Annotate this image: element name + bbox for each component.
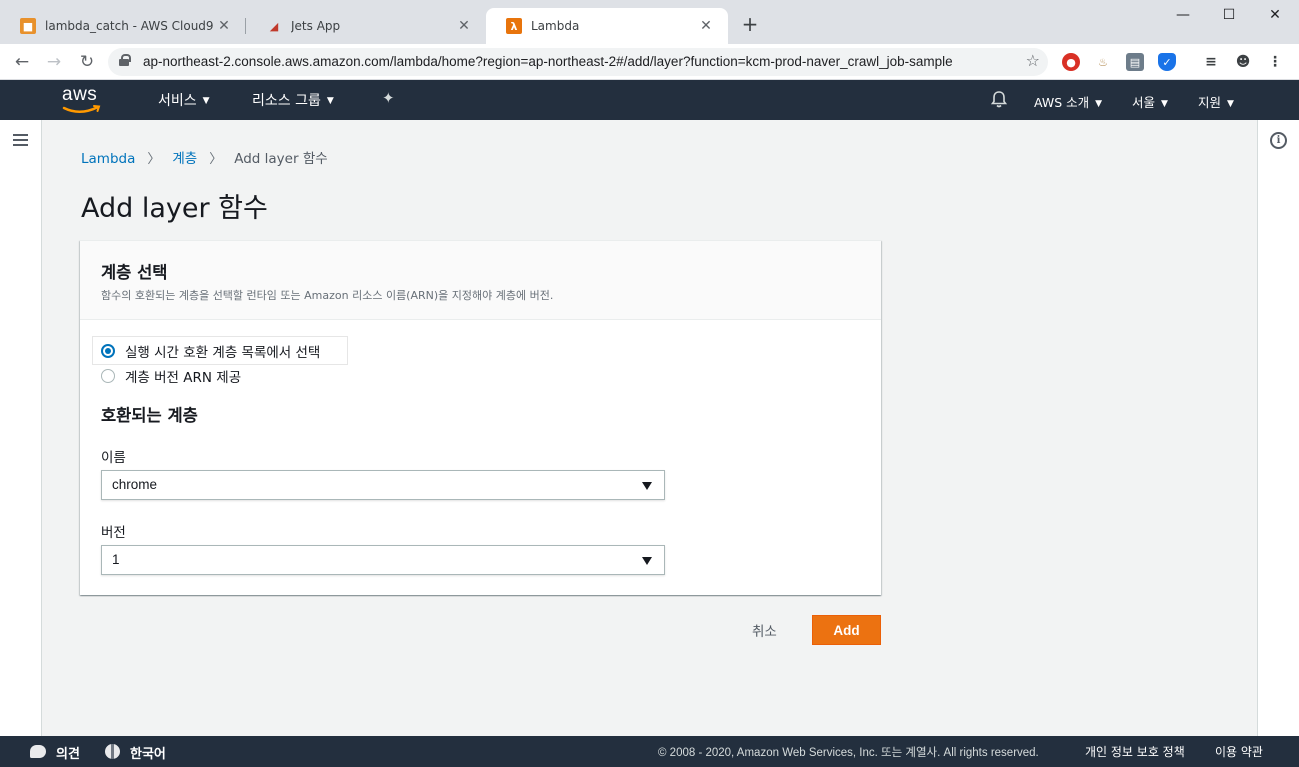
- version-select-value: 1: [112, 552, 120, 567]
- caret-down-icon: [642, 557, 652, 565]
- support-menu[interactable]: 지원 ▼: [1198, 92, 1234, 111]
- pin-icon[interactable]: ✦: [382, 89, 395, 107]
- browser-tab-cloud9[interactable]: ■ lambda_catch - AWS Cloud9 ✕: [0, 8, 246, 44]
- main-content: Lambda 〉 계층 〉 Add layer 함수 Add layer 함수 계층 선…: [42, 120, 1257, 736]
- about-aws-menu[interactable]: AWS 소개 ▼: [1034, 92, 1102, 111]
- aws-logo[interactable]: aws: [60, 84, 104, 116]
- radio-option-runtime[interactable]: 실행 시간 호환 계층 목록에서 선택: [93, 337, 347, 364]
- browser-tab-strip: ■ lambda_catch - AWS Cloud9 ✕ ◢ Jets App…: [0, 0, 1299, 44]
- copyright-text: © 2008 - 2020, Amazon Web Services, Inc.…: [658, 747, 1039, 759]
- footer: 의견 한국어 © 2008 - 2020, Amazon Web Service…: [0, 736, 1299, 767]
- chevron-down-icon: ▼: [326, 96, 334, 106]
- aws-smile-icon: [62, 105, 101, 113]
- radio-label: 실행 시간 호환 계층 목록에서 선택: [125, 345, 321, 361]
- aws-top-nav: aws 서비스 ▼ 리소스 그룹 ▼ ✦ AWS 소개 ▼ 서울 ▼ 지원 ▼: [0, 80, 1299, 120]
- jets-icon: ◢: [269, 19, 279, 33]
- cloud9-cube-icon: ■: [20, 18, 36, 34]
- hamburger-menu-icon[interactable]: [13, 134, 28, 146]
- chevron-right-icon: 〉: [209, 152, 223, 167]
- version-select[interactable]: 1: [101, 545, 665, 575]
- cancel-button[interactable]: 취소: [742, 620, 787, 640]
- more-menu-icon[interactable]: ⋮: [1266, 53, 1284, 71]
- adblock-extension-icon[interactable]: ●: [1062, 53, 1080, 71]
- chevron-down-icon: ▼: [1227, 98, 1234, 109]
- name-select[interactable]: chrome: [101, 470, 665, 500]
- section-title: 호환되는 계층: [101, 406, 198, 425]
- tab-title: Jets App: [291, 19, 341, 33]
- panel-title: 계층 선택: [101, 263, 168, 282]
- maximize-icon[interactable]: ☐: [1206, 4, 1252, 26]
- resource-groups-menu[interactable]: 리소스 그룹 ▼: [252, 90, 334, 110]
- breadcrumb-lambda[interactable]: Lambda: [81, 151, 135, 167]
- browser-toolbar: ← → ↻ ap-northeast-2.console.aws.amazon.…: [0, 44, 1299, 80]
- services-menu[interactable]: 서비스 ▼: [158, 90, 210, 110]
- playlist-icon[interactable]: ≡: [1202, 53, 1220, 71]
- bookmark-star-icon[interactable]: ☆: [1026, 51, 1040, 70]
- lock-icon: [119, 54, 131, 66]
- extension-icon[interactable]: ▤: [1126, 53, 1144, 71]
- layer-selection-panel: 계층 선택 함수의 호환되는 계층을 선택할 런타임 또는 Amazon 리소스…: [80, 240, 881, 595]
- lambda-icon: λ: [506, 18, 522, 34]
- breadcrumb: Lambda 〉 계층 〉 Add layer 함수: [81, 147, 328, 167]
- new-tab-button[interactable]: +: [738, 12, 762, 36]
- browser-tab-jets[interactable]: ◢ Jets App ✕: [246, 8, 486, 44]
- window-close-icon[interactable]: ✕: [1252, 4, 1298, 26]
- terms-link[interactable]: 이용 약관: [1215, 743, 1263, 760]
- info-icon[interactable]: i: [1270, 132, 1287, 149]
- name-select-value: chrome: [112, 477, 158, 492]
- reload-icon[interactable]: ↻: [75, 50, 99, 74]
- tab-title: Lambda: [531, 19, 580, 33]
- close-icon[interactable]: ✕: [698, 18, 714, 34]
- browser-tab-lambda[interactable]: λ Lambda ✕: [486, 8, 728, 44]
- panel-description: 함수의 호환되는 계층을 선택할 런타임 또는 Amazon 리소스 이름(AR…: [101, 289, 554, 302]
- right-rail: i: [1257, 120, 1299, 736]
- radio-label: 계층 버전 ARN 제공: [125, 370, 242, 386]
- back-arrow-icon[interactable]: ←: [10, 50, 34, 74]
- add-button[interactable]: Add: [812, 615, 881, 645]
- name-label: 이름: [101, 450, 126, 466]
- page-title: Add layer 함수: [81, 193, 268, 224]
- chevron-right-icon: 〉: [147, 152, 161, 167]
- speech-bubble-icon: [30, 745, 46, 758]
- globe-icon: [105, 744, 120, 759]
- close-icon[interactable]: ✕: [456, 18, 472, 34]
- breadcrumb-layers[interactable]: 계층: [172, 151, 197, 167]
- extension-icon[interactable]: ♨: [1094, 53, 1112, 71]
- privacy-policy-link[interactable]: 개인 정보 보호 정책: [1085, 743, 1185, 760]
- url-text[interactable]: ap-northeast-2.console.aws.amazon.com/la…: [143, 54, 953, 69]
- left-rail: [0, 120, 42, 736]
- radio-button-selected[interactable]: [101, 344, 115, 358]
- version-label: 버전: [101, 525, 126, 541]
- breadcrumb-current: Add layer 함수: [234, 151, 328, 167]
- radio-option-arn[interactable]: [101, 369, 115, 383]
- language-selector[interactable]: 한국어: [130, 743, 166, 762]
- chevron-down-icon: ▼: [1161, 98, 1168, 109]
- tab-title: lambda_catch - AWS Cloud9: [45, 19, 214, 33]
- shield-extension-icon[interactable]: ✓: [1158, 53, 1176, 71]
- forward-arrow-icon[interactable]: →: [42, 50, 66, 74]
- address-bar[interactable]: ap-northeast-2.console.aws.amazon.com/la…: [108, 48, 1048, 76]
- panel-header: 계층 선택 함수의 호환되는 계층을 선택할 런타임 또는 Amazon 리소스…: [80, 241, 881, 320]
- chevron-down-icon: ▼: [1095, 98, 1103, 109]
- close-icon[interactable]: ✕: [216, 18, 232, 34]
- chevron-down-icon: ▼: [202, 96, 210, 106]
- feedback-link[interactable]: 의견: [56, 743, 80, 762]
- profile-icon[interactable]: ☻: [1234, 53, 1252, 71]
- caret-down-icon: [642, 482, 652, 490]
- bell-icon[interactable]: [989, 89, 1009, 109]
- minimize-icon[interactable]: —: [1160, 4, 1206, 26]
- region-menu[interactable]: 서울 ▼: [1132, 92, 1168, 111]
